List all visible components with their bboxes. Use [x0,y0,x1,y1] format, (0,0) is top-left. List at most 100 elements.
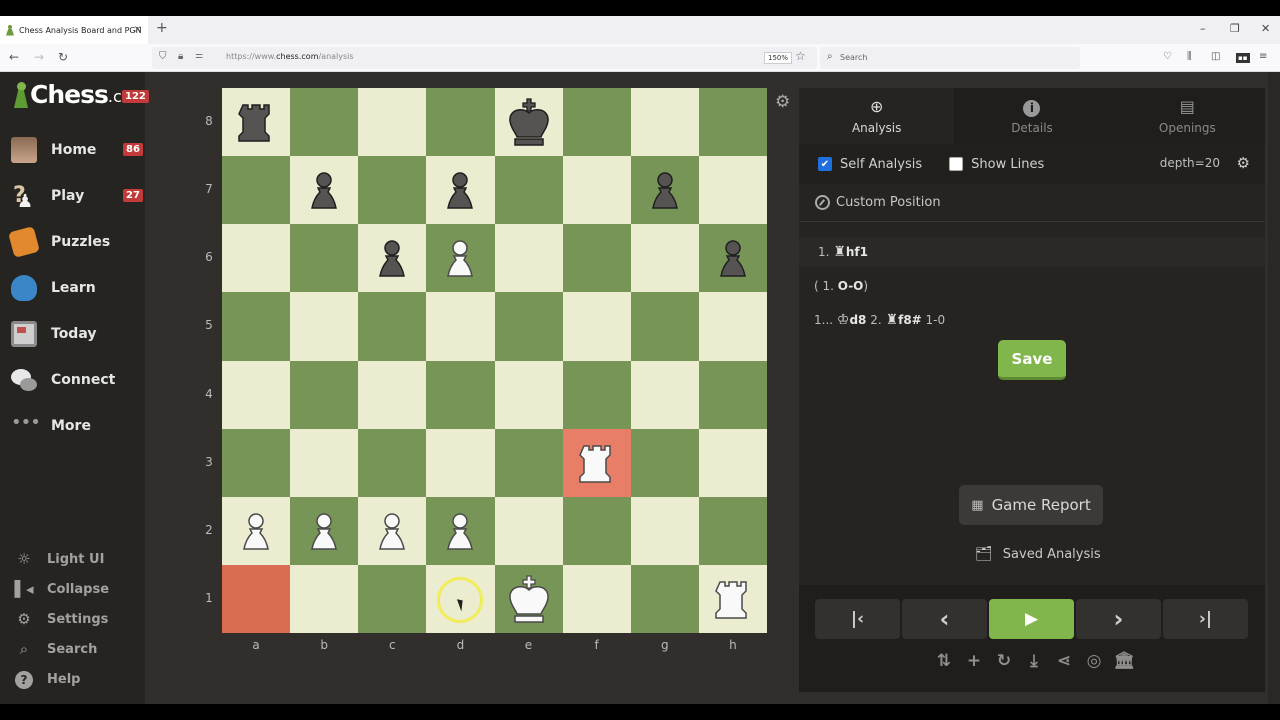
show-lines-checkbox[interactable] [949,157,964,171]
square-a7[interactable] [222,156,291,225]
white-pawn-icon[interactable] [365,504,419,558]
board-settings-gear-icon[interactable]: ⚙ [775,92,790,112]
square-a2[interactable] [222,496,291,565]
square-h4[interactable] [698,360,767,429]
square-h7[interactable] [698,156,767,225]
sidebar-help[interactable]: ? Help [0,665,145,693]
sidebar-toggle-icon[interactable]: ◫ [1211,51,1220,62]
square-b2[interactable] [290,496,359,565]
square-b5[interactable] [290,292,359,361]
reload-button[interactable]: ↻ [58,50,68,64]
square-c5[interactable] [358,292,427,361]
square-c7[interactable] [358,156,427,225]
bookmark-star-icon[interactable]: ☆ [795,49,806,63]
square-e7[interactable] [494,156,563,225]
restore-button[interactable]: ❐ [1230,22,1240,35]
black-king-icon[interactable] [502,95,556,149]
black-pawn-icon[interactable] [638,163,692,217]
browser-search-input[interactable]: ⌕ Search [820,47,1080,69]
share-icon[interactable]: ⋖ [1049,651,1079,671]
sidebar-settings[interactable]: ⚙ Settings [0,605,145,633]
square-e1[interactable] [494,564,563,633]
page-scrollbar[interactable] [1268,72,1280,704]
square-g7[interactable] [630,156,699,225]
self-analysis-checkbox[interactable]: ✔ [818,157,832,171]
engine-settings-gear-icon[interactable]: ⚙ [1237,154,1250,172]
square-g3[interactable] [630,428,699,497]
self-analysis-label[interactable]: Self Analysis [840,157,922,172]
square-e4[interactable] [494,360,563,429]
black-pawn-icon[interactable] [706,231,760,285]
save-button[interactable]: Save [998,340,1066,380]
square-d3[interactable] [426,428,495,497]
next-move-button[interactable]: › [1076,599,1161,639]
tab-analysis[interactable]: ⊕ Analysis [799,88,955,144]
game-report-button[interactable]: ▦ Game Report [959,485,1103,525]
white-rook-icon[interactable] [570,436,624,490]
black-pawn-icon[interactable] [433,163,487,217]
square-c3[interactable] [358,428,427,497]
minimize-button[interactable]: – [1200,22,1206,35]
last-move-button[interactable]: ›| [1163,599,1248,639]
square-g6[interactable] [630,224,699,293]
pocket-icon[interactable]: ♡ [1163,51,1172,62]
square-a5[interactable] [222,292,291,361]
forward-button[interactable]: → [34,50,44,64]
variation-line[interactable]: ( 1. O-O) [799,271,1265,301]
square-e6[interactable] [494,224,563,293]
sidebar-item-puzzles[interactable]: Puzzles [0,222,145,262]
white-pawn-icon[interactable] [297,504,351,558]
square-a6[interactable] [222,224,291,293]
square-h6[interactable] [698,224,767,293]
zoom-level-badge[interactable]: 150% [764,52,793,64]
square-f3[interactable] [562,428,631,497]
download-icon[interactable]: ⤓ [1019,651,1049,671]
white-pawn-icon[interactable] [433,504,487,558]
tab-openings[interactable]: ▤ Openings [1109,88,1265,144]
square-f7[interactable] [562,156,631,225]
square-f4[interactable] [562,360,631,429]
square-d2[interactable] [426,496,495,565]
move-san[interactable]: d8 [849,313,866,327]
square-f8[interactable] [562,88,631,157]
shield-icon[interactable]: ⛉ [159,51,167,62]
square-b4[interactable] [290,360,359,429]
square-h1[interactable] [698,564,767,633]
square-d5[interactable] [426,292,495,361]
show-lines-label[interactable]: Show Lines [971,157,1044,172]
close-window-button[interactable]: ✕ [1261,22,1270,35]
square-g4[interactable] [630,360,699,429]
black-pawn-icon[interactable] [365,231,419,285]
square-a8[interactable] [222,88,291,157]
play-button[interactable]: ▶ [989,599,1074,639]
permissions-icon[interactable]: ⚌ [195,51,203,61]
sidebar-item-play[interactable]: ? ♟ Play 27 [0,176,145,216]
move-san[interactable]: hf1 [846,245,868,259]
square-c2[interactable] [358,496,427,565]
move-line[interactable]: 1. ♜ hf1 [799,237,1265,267]
black-pawn-icon[interactable] [297,163,351,217]
sidebar-item-home[interactable]: Home 86 [0,130,145,170]
white-rook-icon[interactable] [706,572,760,626]
square-f1[interactable] [562,564,631,633]
extension-icon[interactable]: ▪▪ [1236,53,1250,63]
square-b7[interactable] [290,156,359,225]
menu-icon[interactable]: ≡ [1259,51,1267,62]
white-pawn-icon[interactable] [229,504,283,558]
square-e8[interactable] [494,88,563,157]
chess-board[interactable] [222,88,767,633]
browser-tab[interactable]: Chess Analysis Board and PGN × [0,16,148,44]
add-icon[interactable]: + [959,651,989,671]
flip-board-icon[interactable]: ⇅ [929,651,959,671]
square-e5[interactable] [494,292,563,361]
square-d6[interactable] [426,224,495,293]
continuation-line[interactable]: 1... ♔ d8 2. ♜ f8# 1-0 [799,305,1265,335]
white-pawn-icon[interactable] [433,231,487,285]
square-d7[interactable] [426,156,495,225]
sidebar-item-more[interactable]: ••• More [0,406,145,446]
square-f5[interactable] [562,292,631,361]
square-b8[interactable] [290,88,359,157]
square-d4[interactable] [426,360,495,429]
custom-position-row[interactable]: Custom Position [799,184,1265,222]
tab-details[interactable]: i Details [954,88,1110,144]
